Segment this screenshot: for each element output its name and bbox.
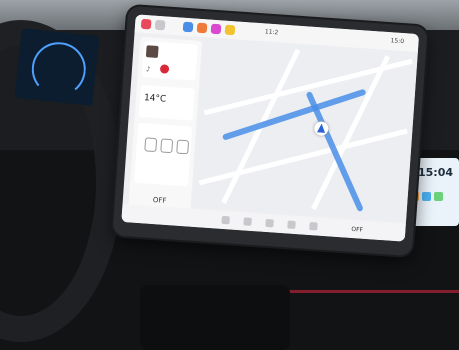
speedometer-gauge-icon — [29, 39, 89, 99]
main-infotainment-screen: 11:2 15:0 ♪ 14°C OFF OFF — [112, 5, 428, 257]
status-time: 11:2 — [264, 28, 279, 37]
climate-off-right[interactable]: OFF — [351, 226, 363, 234]
app-icon[interactable] — [224, 24, 236, 36]
home-icon[interactable] — [287, 220, 296, 229]
passenger-clock: 15:04 — [418, 166, 454, 179]
defrost-icon[interactable] — [243, 217, 252, 226]
apps-icon[interactable] — [309, 221, 318, 231]
app-icon[interactable] — [154, 19, 166, 31]
display-area: 11:2 15:0 ♪ 14°C OFF OFF — [121, 14, 420, 242]
center-console — [140, 285, 290, 350]
navigation-map[interactable] — [192, 37, 418, 222]
seat-heat-icon[interactable] — [176, 139, 190, 155]
app-icon[interactable] — [210, 23, 222, 35]
seat-heat-icon[interactable] — [160, 138, 174, 154]
left-panel: ♪ 14°C OFF — [127, 36, 203, 221]
play-icon[interactable] — [159, 64, 170, 74]
instrument-cluster — [14, 28, 100, 106]
route-line — [221, 88, 367, 141]
album-art — [145, 45, 159, 58]
car-interior-photo: 15:04 11:2 15:0 ♪ 14°C OFF OFF — [0, 0, 459, 350]
app-icon[interactable] — [182, 21, 194, 33]
seat-heat-icon[interactable] — [144, 137, 158, 153]
status-time-right: 15:0 — [390, 37, 405, 46]
fan-icon[interactable] — [221, 215, 230, 225]
app-icon[interactable] — [196, 22, 208, 34]
app-tile[interactable] — [422, 192, 431, 201]
climate-off-left[interactable]: OFF — [153, 196, 167, 205]
app-icon[interactable] — [140, 18, 152, 30]
ac-icon[interactable] — [265, 218, 274, 228]
seat-controls — [134, 122, 193, 187]
temperature-readout: 14°C — [143, 93, 167, 105]
music-note-icon: ♪ — [145, 65, 151, 74]
app-tile[interactable] — [434, 192, 443, 201]
media-card[interactable]: ♪ — [141, 40, 198, 81]
climate-card: 14°C — [138, 84, 195, 121]
